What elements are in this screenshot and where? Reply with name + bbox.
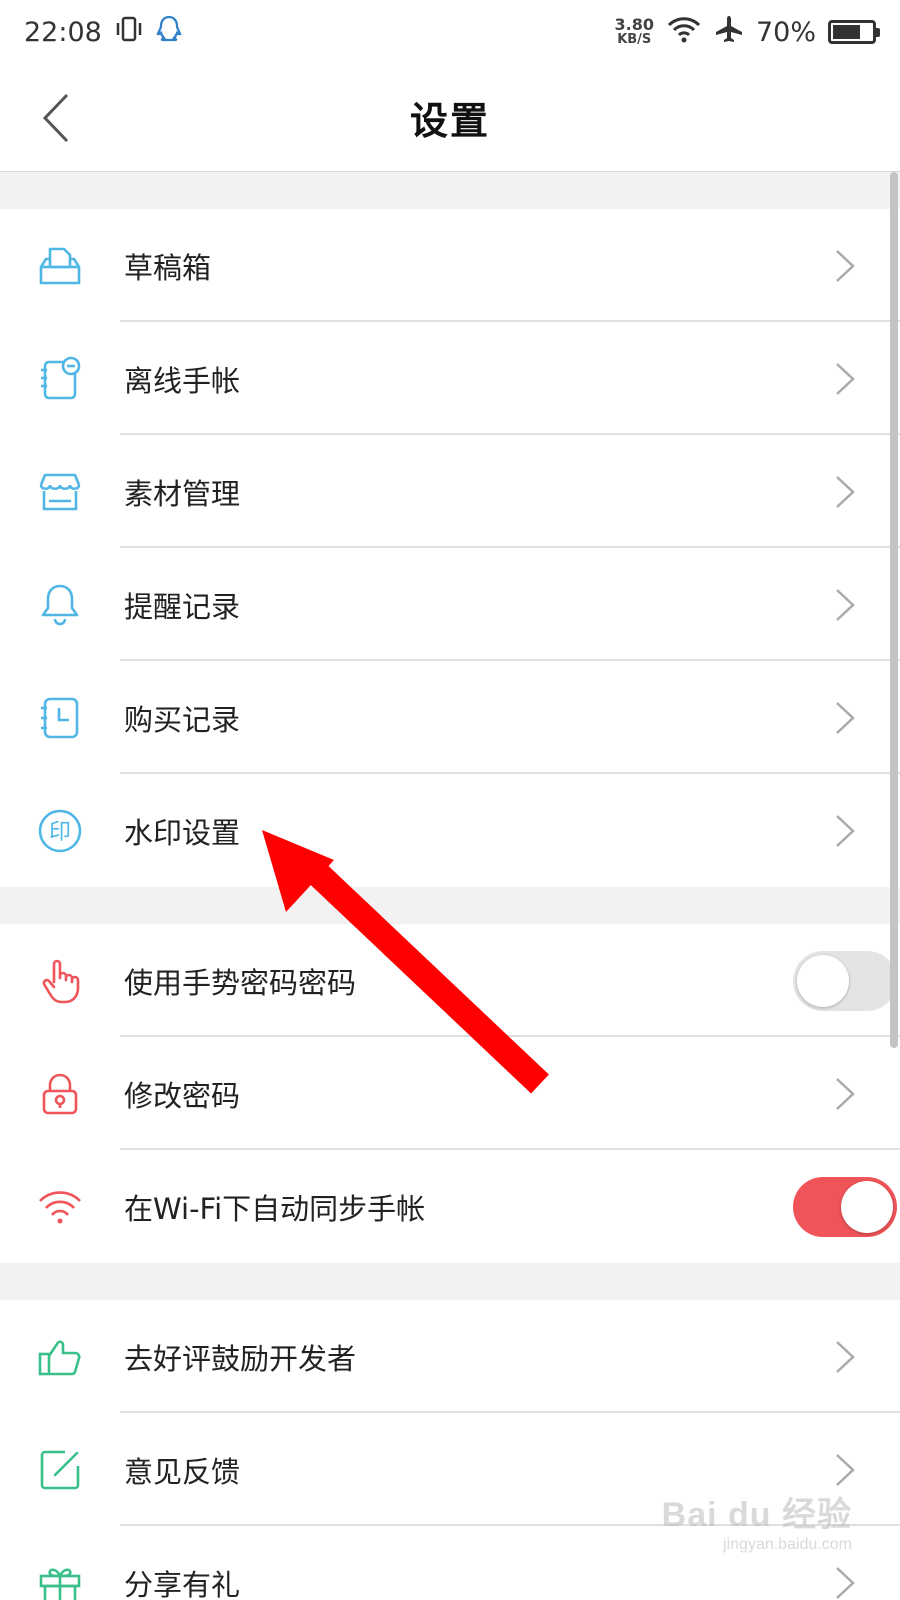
wifi-icon: [0, 1182, 120, 1232]
chevron-right-icon: [790, 587, 900, 623]
clock-notebook-icon: [0, 693, 120, 743]
settings-section-3: 去好评鼓励开发者 意见反馈 分享有礼: [0, 1300, 900, 1600]
settings-row-offline-notebook[interactable]: 离线手帐: [0, 322, 900, 435]
thumbs-up-icon: [0, 1332, 120, 1382]
settings-row-label: 在Wi-Fi下自动同步手帐: [124, 1191, 426, 1226]
settings-row-label: 提醒记录: [124, 589, 241, 624]
settings-row-label: 使用手势密码密码: [124, 965, 357, 1000]
chevron-left-icon: [42, 93, 69, 143]
settings-section-1: 草稿箱 离线手帐 素材管理 提醒记录 购买记录 印 水印设置: [0, 209, 900, 887]
page-title: 设置: [409, 99, 490, 143]
watermark-url: jingyan.baidu.com: [723, 1536, 852, 1553]
settings-row-label: 修改密码: [124, 1078, 241, 1113]
settings-row-label: 素材管理: [124, 476, 241, 511]
network-speed: 3.80 KB/S: [614, 15, 654, 48]
settings-row-label: 草稿箱: [124, 250, 212, 285]
wifi-status-icon: [666, 14, 702, 51]
chevron-right-icon: [790, 813, 900, 849]
settings-row-materials[interactable]: 素材管理: [0, 435, 900, 548]
settings-row-label: 离线手帐: [124, 363, 241, 398]
chevron-right-icon: [790, 474, 900, 510]
bell-icon: [0, 580, 120, 630]
chevron-right-icon: [790, 1565, 900, 1600]
status-bar: 22:08 3.80 KB/S 70%: [0, 0, 900, 64]
settings-row-watermark[interactable]: 印 水印设置: [0, 774, 900, 887]
chevron-right-icon: [790, 248, 900, 284]
settings-row-label: 水印设置: [124, 815, 241, 850]
lock-icon: [0, 1069, 120, 1119]
vibrate-icon: [114, 14, 144, 51]
hand-pointer-icon: [0, 956, 120, 1006]
gesture-password-toggle[interactable]: [793, 950, 897, 1011]
offline-notebook-icon: [0, 354, 120, 404]
store-icon: [0, 467, 120, 517]
settings-row-drafts[interactable]: 草稿箱: [0, 209, 900, 322]
qq-icon: [156, 14, 182, 51]
toggle-knob: [841, 1180, 893, 1233]
chevron-right-icon: [790, 1452, 900, 1488]
toggle-knob: [797, 954, 849, 1007]
settings-row-rate-app[interactable]: 去好评鼓励开发者: [0, 1300, 900, 1413]
settings-row-gesture-password: 使用手势密码密码: [0, 924, 900, 1037]
inbox-tray-icon: [0, 241, 120, 291]
stamp-glyph: 印: [49, 820, 71, 845]
settings-row-label: 分享有礼: [124, 1567, 241, 1600]
settings-content: 草稿箱 离线手帐 素材管理 提醒记录 购买记录 印 水印设置 使用手势密码密码 …: [0, 172, 900, 1600]
settings-row-wifi-sync: 在Wi-Fi下自动同步手帐: [0, 1150, 900, 1263]
settings-row-change-password[interactable]: 修改密码: [0, 1037, 900, 1150]
chevron-right-icon: [790, 361, 900, 397]
stamp-icon: 印: [0, 806, 120, 856]
airplane-icon: [714, 14, 744, 51]
settings-row-reminders[interactable]: 提醒记录: [0, 548, 900, 661]
settings-section-2: 使用手势密码密码 修改密码 在Wi-Fi下自动同步手帐: [0, 924, 900, 1263]
settings-row-label: 去好评鼓励开发者: [124, 1341, 357, 1376]
watermark: Bai du 经验 jingyan.baidu.com: [662, 1487, 852, 1554]
battery-level: [833, 25, 860, 39]
wifi-sync-toggle[interactable]: [793, 1176, 897, 1237]
battery-icon: [828, 20, 880, 44]
battery-percent: 70%: [755, 16, 816, 48]
back-button[interactable]: [26, 86, 86, 150]
watermark-logo: Bai du 经验: [661, 1496, 852, 1534]
edit-box-icon: [0, 1445, 120, 1495]
chevron-right-icon: [790, 700, 900, 736]
status-time: 22:08: [24, 16, 102, 48]
nav-bar: 设置: [0, 64, 900, 172]
settings-row-label: 意见反馈: [124, 1454, 241, 1489]
scrollbar[interactable]: [890, 172, 898, 1048]
settings-row-purchases[interactable]: 购买记录: [0, 661, 900, 774]
chevron-right-icon: [790, 1076, 900, 1112]
settings-row-label: 购买记录: [124, 702, 241, 737]
gift-icon: [0, 1558, 120, 1600]
chevron-right-icon: [790, 1339, 900, 1375]
